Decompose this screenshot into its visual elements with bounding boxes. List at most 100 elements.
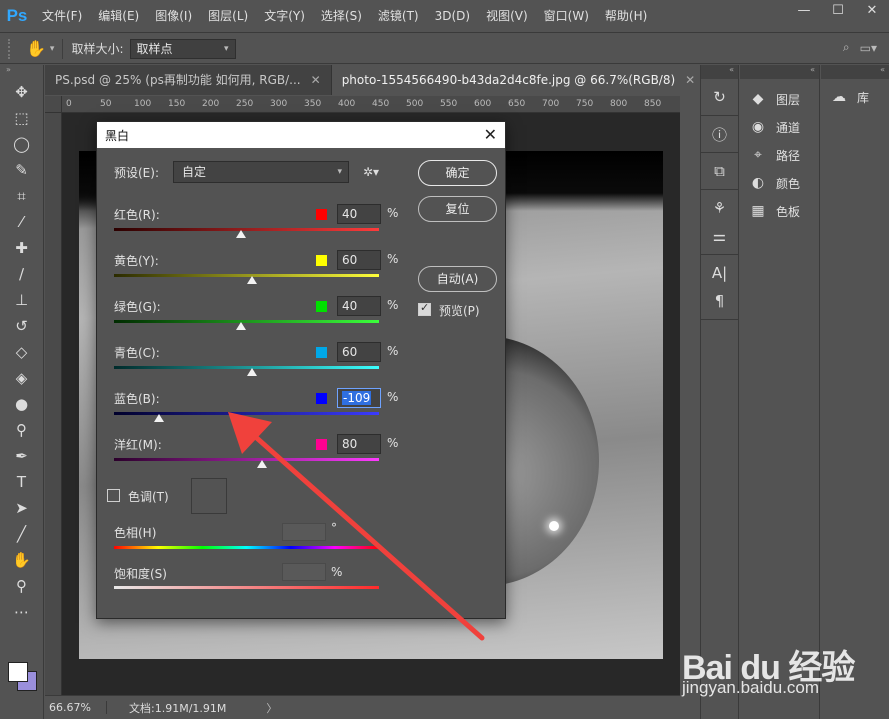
menu-item[interactable]: 文件(F) [34, 0, 90, 33]
menu-item[interactable]: 选择(S) [313, 0, 370, 33]
gear-icon[interactable]: ✲▾ [363, 165, 379, 179]
eyedropper-tool-icon[interactable]: ⁄ [0, 209, 43, 235]
marquee-tool-icon[interactable]: ⬚ [0, 105, 43, 131]
menu-item[interactable]: 文字(Y) [256, 0, 313, 33]
minimize-button[interactable]: — [787, 0, 821, 22]
quick-select-tool-icon[interactable]: ✎ [0, 157, 43, 183]
ruler-tick: 100 [134, 99, 152, 109]
paragraph-panel-icon[interactable]: ¶ [701, 287, 738, 315]
channel-label: 绿色(G): [114, 300, 161, 314]
preset-label: 预设(E): [114, 166, 159, 180]
panel-collapse-icon[interactable]: « [740, 65, 819, 79]
adjustments-panel-icon[interactable]: ⚌ [701, 222, 738, 250]
history-brush-tool-icon[interactable]: ↺ [0, 313, 43, 339]
panel-tab-1[interactable]: ◉ 通道 [740, 113, 819, 141]
channel-color-chip [316, 301, 327, 312]
stamp-tool-icon[interactable]: ⊥ [0, 287, 43, 313]
brushes-panel-icon[interactable]: ⚘ [701, 194, 738, 222]
tab-ps-psd[interactable]: PS.psd @ 25% (ps再制功能 如何用, RGB/... ✕ [45, 65, 332, 95]
ruler-tick: 800 [610, 99, 628, 109]
channel-slider-thumb[interactable] [236, 322, 247, 330]
channel-slider-row: 红色(R): 40% [114, 204, 504, 246]
brush-tool-icon[interactable]: ∕ [0, 261, 43, 287]
properties-panel-icon[interactable]: ⧉ [701, 157, 738, 185]
dodge-tool-icon[interactable]: ⚲ [0, 417, 43, 443]
panel-tab-4[interactable]: ▦ 色板 [740, 197, 819, 225]
zoom-tool-icon[interactable]: ⚲ [0, 573, 43, 599]
lasso-tool-icon[interactable]: ◯ [0, 131, 43, 157]
eraser-tool-icon[interactable]: ◇ [0, 339, 43, 365]
channel-value-input[interactable]: 60 [337, 250, 381, 270]
channel-slider-thumb[interactable] [154, 414, 165, 422]
close-icon[interactable]: ✕ [311, 73, 321, 87]
dialog-titlebar[interactable]: 黑白 ✕ [97, 122, 505, 148]
panel-tab-3[interactable]: ◐ 颜色 [740, 169, 819, 197]
foreground-color-swatch[interactable] [8, 662, 28, 682]
crop-tool-icon[interactable]: ⌗ [0, 183, 43, 209]
ruler-tick: 500 [406, 99, 424, 109]
sample-size-select[interactable]: 取样点 ▾ [129, 38, 236, 59]
tab-photo[interactable]: photo-1554566490-b43da2d4c8fe.jpg @ 66.7… [331, 65, 707, 95]
toolbar-collapse-icon[interactable]: » [0, 65, 43, 79]
channel-value-input[interactable]: -109 [337, 388, 381, 408]
dock-collapse-icon[interactable]: « [701, 65, 738, 79]
preset-select[interactable]: 自定 ▾ [173, 161, 349, 183]
info-panel-icon[interactable]: ⓘ [701, 120, 738, 148]
menu-item[interactable]: 窗口(W) [536, 0, 597, 33]
options-grip[interactable] [8, 38, 18, 59]
chevron-down-icon: ▾ [337, 167, 342, 177]
hand-tool-icon[interactable]: ✋ [26, 39, 46, 58]
channel-slider-track[interactable] [114, 228, 379, 231]
close-icon[interactable]: ✕ [484, 125, 497, 144]
pen-tool-icon[interactable]: ✒ [0, 443, 43, 469]
zoom-level[interactable]: 66.67% [45, 701, 107, 714]
menu-item[interactable]: 帮助(H) [597, 0, 655, 33]
maximize-button[interactable]: ☐ [821, 0, 855, 22]
healing-brush-tool-icon[interactable]: ✚ [0, 235, 43, 261]
paint-bucket-tool-icon[interactable]: ◈ [0, 365, 43, 391]
history-panel-icon[interactable]: ↻ [701, 83, 738, 111]
search-icon[interactable]: ⌕ [843, 40, 850, 55]
tint-checkbox[interactable] [107, 489, 120, 502]
workspace-icon[interactable]: ▭▾ [860, 41, 877, 55]
menu-item[interactable]: 图像(I) [147, 0, 200, 33]
more-tools-icon[interactable]: ⋯ [0, 599, 43, 625]
menu-bar: Ps 文件(F) 编辑(E) 图像(I) 图层(L) 文字(Y) 选择(S) 滤镜(T) 3D… [0, 0, 889, 33]
hand-tool-icon-2[interactable]: ✋ [0, 547, 43, 573]
panel-tab-0[interactable]: ◆ 图层 [740, 85, 819, 113]
menu-item[interactable]: 视图(V) [478, 0, 536, 33]
library-collapse-icon[interactable]: « [821, 65, 889, 79]
channel-color-chip [316, 209, 327, 220]
ruler-tick: 750 [576, 99, 594, 109]
type-tool-icon[interactable]: T [0, 469, 43, 495]
libraries-tab[interactable]: ☁ 库 [821, 79, 889, 107]
ok-button[interactable]: 确定 [418, 160, 497, 186]
close-window-button[interactable]: ✕ [855, 0, 889, 22]
channel-slider-track[interactable] [114, 320, 379, 323]
baidu-watermark: Bai du 经验 jingyan.baidu.com [682, 620, 882, 710]
line-tool-icon[interactable]: ╱ [0, 521, 43, 547]
menu-item[interactable]: 3D(D) [427, 0, 478, 33]
percent-unit: % [387, 390, 399, 404]
tool-preset-caret-icon[interactable]: ▾ [50, 44, 55, 54]
status-menu-arrow-icon[interactable]: 〉 [266, 700, 277, 716]
channel-value-input[interactable]: 40 [337, 296, 381, 316]
menu-item[interactable]: 编辑(E) [90, 0, 147, 33]
menu-item[interactable]: 滤镜(T) [370, 0, 427, 33]
channel-slider-thumb[interactable] [246, 276, 257, 284]
divider [62, 38, 64, 59]
blur-tool-icon[interactable]: ● [0, 391, 43, 417]
panel-tab-2[interactable]: ⌖ 路径 [740, 141, 819, 169]
percent-unit: % [387, 206, 399, 220]
move-tool-icon[interactable]: ✥ [0, 79, 43, 105]
channel-slider-thumb[interactable] [236, 230, 247, 238]
dialog-title: 黑白 [105, 128, 130, 143]
menu-item[interactable]: 图层(L) [200, 0, 256, 33]
close-icon[interactable]: ✕ [685, 73, 695, 87]
channel-slider-thumb[interactable] [246, 368, 257, 376]
character-panel-icon[interactable]: A| [701, 259, 738, 287]
channel-value-input[interactable]: 60 [337, 342, 381, 362]
path-select-tool-icon[interactable]: ➤ [0, 495, 43, 521]
channel-value-input[interactable]: 40 [337, 204, 381, 224]
options-bar: ✋ ▾ 取样大小: 取样点 ▾ ⌕ ▭▾ [0, 34, 889, 64]
